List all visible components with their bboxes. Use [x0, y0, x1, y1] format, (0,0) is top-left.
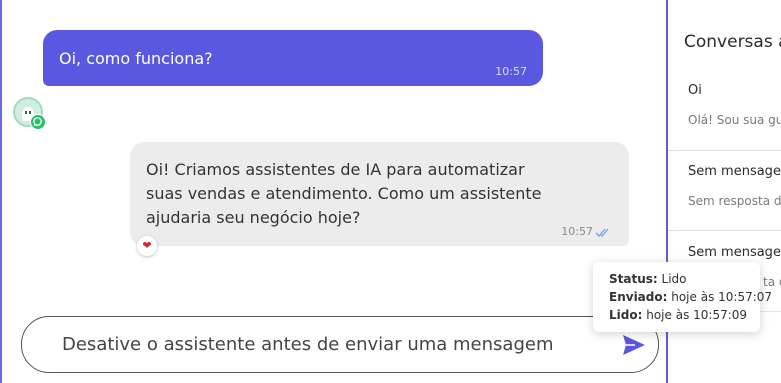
status-value: Lido [661, 272, 687, 286]
message-time: 10:57 [561, 225, 593, 238]
conversation-name: Sem mensager [688, 245, 781, 260]
message-input-placeholder: Desative o assistente antes de enviar um… [62, 334, 554, 355]
conversation-name: Sem mensager [688, 164, 781, 179]
bot-eye [29, 111, 31, 114]
message-text: Oi, como funciona? [59, 49, 213, 68]
conversation-item[interactable]: Sem mensager Sem resposta d [668, 150, 781, 231]
read-row: Lido: hoje às 10:57:09 [609, 306, 760, 324]
sent-value: hoje às 10:57:07 [671, 290, 773, 304]
chat-panel: Oi, como funciona? 10:57 Oi! Criamos ass… [0, 0, 667, 383]
conversation-preview: Sem resposta d [688, 194, 781, 208]
message-status-tooltip: Status: Lido Enviado: hoje às 10:57:07 L… [593, 262, 772, 332]
send-icon[interactable] [621, 333, 647, 357]
bot-eye [25, 111, 27, 114]
conversation-preview: Olá! Sou sua gui [688, 113, 781, 127]
sent-label: Enviado: [609, 290, 668, 304]
sent-row: Enviado: hoje às 10:57:07 [609, 288, 772, 306]
whatsapp-glyph [33, 117, 42, 126]
outgoing-message[interactable]: Oi, como funciona? 10:57 [43, 30, 543, 86]
message-input[interactable]: Desative o assistente antes de enviar um… [21, 316, 659, 373]
read-label: Lido: [609, 308, 643, 322]
conversation-name: Oi [688, 83, 702, 98]
message-text: Oi! Criamos assistentes de IA para autom… [146, 160, 542, 227]
conversation-item[interactable]: Oi Olá! Sou sua gui [668, 70, 781, 151]
incoming-message[interactable]: Oi! Criamos assistentes de IA para autom… [130, 142, 629, 246]
sidebar-title: Conversas ar [684, 32, 781, 52]
conversation-preview: ta d [763, 275, 781, 289]
whatsapp-icon [30, 114, 46, 130]
read-value: hoje às 10:57:09 [646, 308, 748, 322]
status-row: Status: Lido [609, 270, 760, 288]
status-label: Status: [609, 272, 658, 286]
heart-reaction-icon[interactable]: ❤ [137, 236, 157, 256]
message-time: 10:57 [495, 65, 527, 78]
read-check-icon[interactable] [595, 228, 611, 238]
